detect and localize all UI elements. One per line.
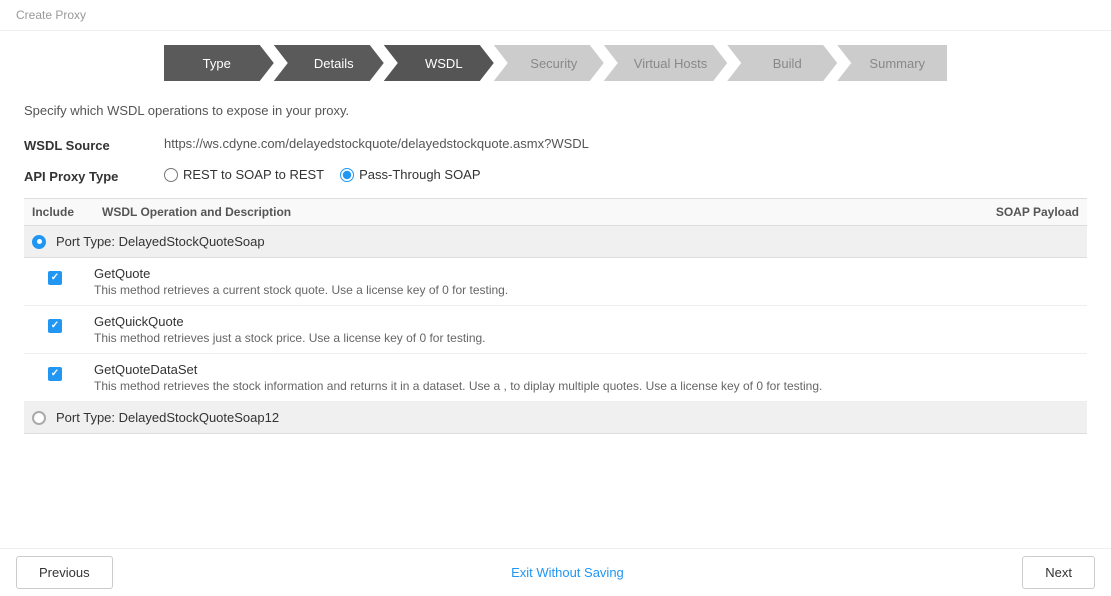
checkbox-col-getquickquote[interactable] [48, 314, 94, 333]
checkbox-getquote[interactable] [48, 271, 62, 285]
radio-group: REST to SOAP to REST Pass-Through SOAP [164, 167, 481, 182]
step-summary-label: Summary [869, 56, 925, 71]
desc-col-getquote: GetQuote This method retrieves a current… [94, 266, 1079, 297]
footer: Previous Exit Without Saving Next [0, 548, 1111, 596]
port-type-label-2: Port Type: DelayedStockQuoteSoap12 [56, 410, 279, 425]
step-security[interactable]: Security [494, 45, 604, 81]
table-body: Port Type: DelayedStockQuoteSoap GetQuot… [24, 226, 1087, 434]
step-virtual-hosts-label: Virtual Hosts [634, 56, 707, 71]
op-desc-getquote: This method retrieves a current stock qu… [94, 283, 1079, 297]
op-name-getquotedataset: GetQuoteDataSet [94, 362, 1079, 377]
page-subtitle: Specify which WSDL operations to expose … [24, 103, 1087, 118]
checkbox-col-getquotedataset[interactable] [48, 362, 94, 381]
step-type-label: Type [203, 56, 231, 71]
table-header: Include WSDL Operation and Description S… [24, 198, 1087, 226]
wsdl-source-row: WSDL Source https://ws.cdyne.com/delayed… [24, 136, 1087, 153]
op-desc-getquickquote: This method retrieves just a stock price… [94, 331, 1079, 345]
operations-table: Include WSDL Operation and Description S… [24, 198, 1087, 434]
operation-row-getquotedataset: GetQuoteDataSet This method retrieves th… [24, 354, 1087, 402]
radio-pass-through-soap-label: Pass-Through SOAP [359, 167, 480, 182]
exit-without-saving-link[interactable]: Exit Without Saving [511, 565, 624, 580]
col-operation-header: WSDL Operation and Description [102, 205, 959, 219]
radio-pass-through-soap[interactable]: Pass-Through SOAP [340, 167, 480, 182]
wsdl-source-value: https://ws.cdyne.com/delayedstockquote/d… [164, 136, 589, 151]
op-desc-getquotedataset: This method retrieves the stock informat… [94, 379, 1079, 393]
api-proxy-type-label: API Proxy Type [24, 167, 164, 184]
previous-button[interactable]: Previous [16, 556, 113, 589]
radio-pass-through-soap-input[interactable] [340, 168, 354, 182]
desc-col-getquotedataset: GetQuoteDataSet This method retrieves th… [94, 362, 1079, 393]
checkbox-getquotedataset[interactable] [48, 367, 62, 381]
step-wsdl-label: WSDL [425, 56, 463, 71]
port-type-row-2[interactable]: Port Type: DelayedStockQuoteSoap12 [24, 402, 1087, 434]
operation-row-getquote: GetQuote This method retrieves a current… [24, 258, 1087, 306]
wizard-steps: Type Details WSDL Security Virtual Hosts… [0, 31, 1111, 91]
port-type-label-1: Port Type: DelayedStockQuoteSoap [56, 234, 265, 249]
api-proxy-type-row: API Proxy Type REST to SOAP to REST Pass… [24, 167, 1087, 184]
desc-col-getquickquote: GetQuickQuote This method retrieves just… [94, 314, 1079, 345]
checkbox-getquickquote[interactable] [48, 319, 62, 333]
content-area: Specify which WSDL operations to expose … [0, 91, 1111, 434]
step-build-label: Build [773, 56, 802, 71]
col-soap-header: SOAP Payload [959, 205, 1079, 219]
op-name-getquote: GetQuote [94, 266, 1079, 281]
checkbox-col-getquote[interactable] [48, 266, 94, 285]
step-summary[interactable]: Summary [837, 45, 947, 81]
step-security-label: Security [530, 56, 577, 71]
operation-row-getquickquote: GetQuickQuote This method retrieves just… [24, 306, 1087, 354]
step-build[interactable]: Build [727, 45, 837, 81]
step-wsdl[interactable]: WSDL [384, 45, 494, 81]
port-type-radio-2[interactable] [32, 411, 46, 425]
step-details-label: Details [314, 56, 354, 71]
page-title: Create Proxy [0, 0, 1111, 31]
op-name-getquickquote: GetQuickQuote [94, 314, 1079, 329]
port-type-radio-1[interactable] [32, 235, 46, 249]
step-type[interactable]: Type [164, 45, 274, 81]
radio-rest-to-soap-label: REST to SOAP to REST [183, 167, 324, 182]
radio-rest-to-soap-input[interactable] [164, 168, 178, 182]
step-details[interactable]: Details [274, 45, 384, 81]
wsdl-source-label: WSDL Source [24, 136, 164, 153]
port-type-row-1[interactable]: Port Type: DelayedStockQuoteSoap [24, 226, 1087, 258]
next-button[interactable]: Next [1022, 556, 1095, 589]
radio-rest-to-soap[interactable]: REST to SOAP to REST [164, 167, 324, 182]
step-virtual-hosts[interactable]: Virtual Hosts [604, 45, 727, 81]
col-include-header: Include [32, 205, 102, 219]
